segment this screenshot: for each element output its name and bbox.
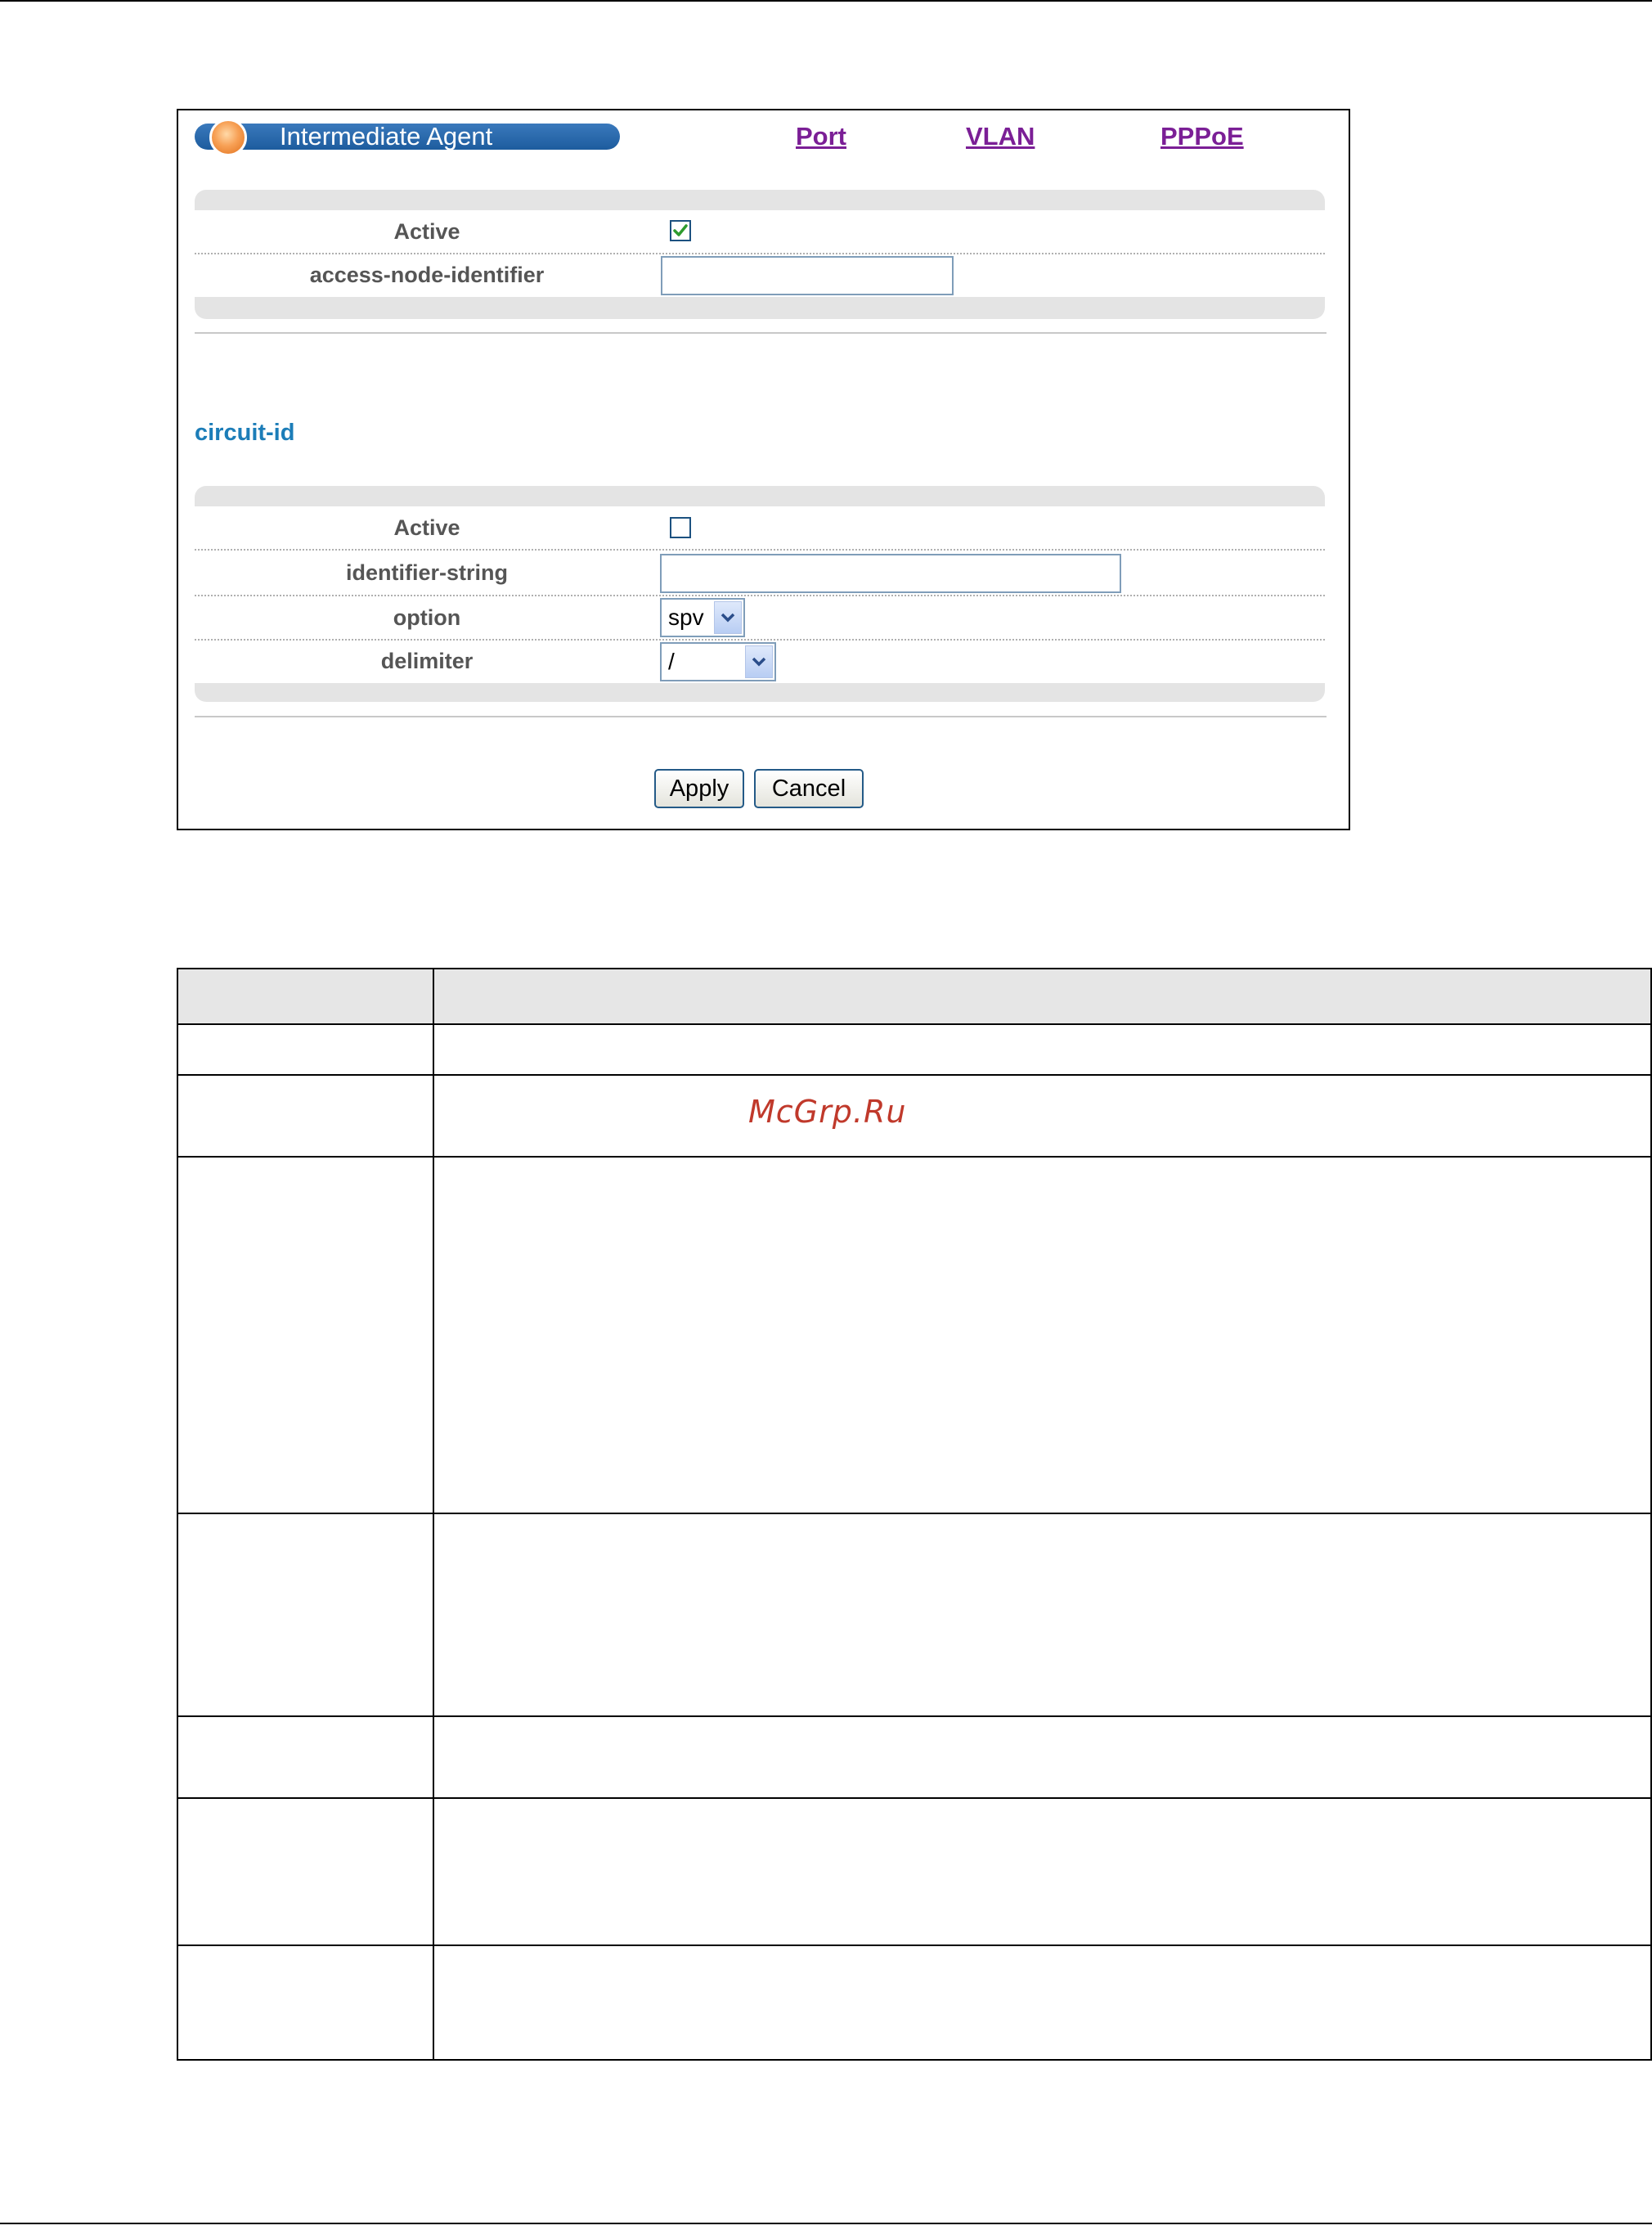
table-row <box>177 1513 1652 1717</box>
option-value: spv <box>668 605 704 630</box>
tab-port[interactable]: Port <box>796 120 846 153</box>
table-header-cell <box>177 968 434 1025</box>
option-label: option <box>393 605 461 630</box>
page-top-rule <box>0 0 1652 2</box>
table-row <box>177 1074 1652 1158</box>
table-row <box>177 1715 1652 1799</box>
circuit-active-checkbox[interactable] <box>670 517 691 538</box>
delimiter-label: delimiter <box>380 649 474 673</box>
tab-vlan[interactable]: VLAN <box>966 120 1035 153</box>
field-description-table <box>177 968 1652 2061</box>
identifier-input[interactable] <box>660 554 1121 593</box>
circuit-active-label: Active <box>393 515 460 540</box>
chevron-down-icon <box>714 601 742 634</box>
delimiter-select[interactable]: / <box>660 642 776 681</box>
checkmark-icon <box>673 224 688 236</box>
circuit-active-row: Active <box>195 506 1325 551</box>
divider <box>195 716 1327 717</box>
circuit-id-heading: circuit-id <box>195 420 295 446</box>
intermediate-agent-screen: Intermediate Agent Port VLAN PPPoE Activ… <box>177 109 1350 830</box>
table-row <box>177 1023 1652 1076</box>
orb-icon <box>209 119 247 156</box>
access-node-label: access-node-identifier <box>309 263 545 287</box>
option-select[interactable]: spv <box>660 598 745 637</box>
page-bottom-rule <box>0 2223 1652 2224</box>
delimiter-value: / <box>668 649 675 674</box>
table-row <box>177 1797 1652 1946</box>
option-row: option spv <box>195 596 1325 641</box>
page-title: Intermediate Agent <box>280 122 493 151</box>
circuit-id-panel: Active identifier-string option spv deli… <box>195 486 1325 702</box>
identifier-row: identifier-string <box>195 551 1325 596</box>
divider <box>195 332 1327 334</box>
tab-pppoe[interactable]: PPPoE <box>1160 120 1244 153</box>
access-node-row: access-node-identifier <box>195 254 1325 297</box>
active-row: Active <box>195 210 1325 254</box>
table-row <box>177 1945 1652 2061</box>
delimiter-row: delimiter / <box>195 641 1325 683</box>
active-label: Active <box>393 219 460 244</box>
watermark-text: McGrp.Ru <box>748 1094 907 1130</box>
agent-settings-panel: Active access-node-identifier <box>195 190 1325 319</box>
table-row <box>177 1156 1652 1514</box>
chevron-down-icon <box>745 645 773 678</box>
active-checkbox[interactable] <box>670 220 691 241</box>
cancel-button[interactable]: Cancel <box>754 769 864 808</box>
table-header-cell <box>433 968 1652 1025</box>
apply-button[interactable]: Apply <box>654 769 744 808</box>
access-node-input[interactable] <box>661 256 954 295</box>
table-header-row <box>177 968 1652 1025</box>
identifier-label: identifier-string <box>345 560 508 585</box>
